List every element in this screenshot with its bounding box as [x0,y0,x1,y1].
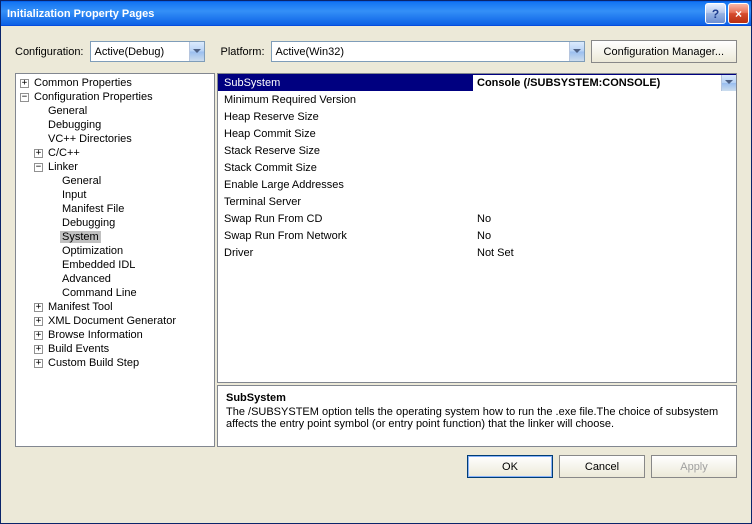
titlebar: Initialization Property Pages ? × [1,1,751,26]
property-row[interactable]: Stack Commit Size [218,159,736,176]
configuration-value: Active(Debug) [91,44,189,60]
ok-button[interactable]: OK [467,455,553,478]
tree-item-linker-debugging[interactable]: Debugging [60,217,117,229]
platform-combo[interactable]: Active(Win32) [271,41,585,62]
plus-icon[interactable]: + [34,359,43,368]
platform-value: Active(Win32) [272,44,569,60]
cancel-button[interactable]: Cancel [559,455,645,478]
property-name: SubSystem [218,77,473,89]
tree-item-cpp[interactable]: C/C++ [46,147,82,159]
configuration-manager-button[interactable]: Configuration Manager... [591,40,737,63]
property-name: Swap Run From CD [218,213,473,225]
property-name: Terminal Server [218,196,473,208]
plus-icon[interactable]: + [34,317,43,326]
tree-item-linker-advanced[interactable]: Advanced [60,273,113,285]
property-name: Minimum Required Version [218,94,473,106]
description-title: SubSystem [226,392,728,404]
property-row[interactable]: Terminal Server [218,193,736,210]
property-row[interactable]: Heap Commit Size [218,125,736,142]
close-button[interactable]: × [728,3,749,24]
property-grid[interactable]: SubSystem Console (/SUBSYSTEM:CONSOLE) M… [217,73,737,383]
property-row[interactable]: Swap Run From NetworkNo [218,227,736,244]
property-name: Driver [218,247,473,259]
description-panel: SubSystem The /SUBSYSTEM option tells th… [217,385,737,447]
plus-icon[interactable]: + [34,149,43,158]
configuration-combo[interactable]: Active(Debug) [90,41,205,62]
tree-item-linker-input[interactable]: Input [60,189,88,201]
chevron-down-icon[interactable] [569,42,584,61]
help-button[interactable]: ? [705,3,726,24]
tree-item-linker-optimization[interactable]: Optimization [60,245,125,257]
tree-item-general[interactable]: General [46,105,89,117]
property-name: Stack Commit Size [218,162,473,174]
configuration-label: Configuration: [15,46,84,58]
property-name: Heap Reserve Size [218,111,473,123]
property-row[interactable]: Heap Reserve Size [218,108,736,125]
tree-item-xml-generator[interactable]: XML Document Generator [46,315,178,327]
property-row[interactable]: Minimum Required Version [218,91,736,108]
property-value[interactable]: No [473,213,736,225]
minus-icon[interactable]: − [20,93,29,102]
plus-icon[interactable]: + [34,345,43,354]
tree-item-linker-general[interactable]: General [60,175,103,187]
chevron-down-icon[interactable] [189,42,204,61]
property-row[interactable]: Enable Large Addresses [218,176,736,193]
tree-item-manifest-tool[interactable]: Manifest Tool [46,301,115,313]
tree-item-custom-build[interactable]: Custom Build Step [46,357,141,369]
tree-view[interactable]: +Common Properties −Configuration Proper… [15,73,215,447]
tree-item-common-properties[interactable]: Common Properties [32,77,134,89]
description-text: The /SUBSYSTEM option tells the operatin… [226,406,728,430]
tree-item-linker-manifest[interactable]: Manifest File [60,203,126,215]
tree-item-vc-directories[interactable]: VC++ Directories [46,133,134,145]
property-row-subsystem[interactable]: SubSystem Console (/SUBSYSTEM:CONSOLE) [218,74,736,91]
property-value[interactable]: Not Set [473,247,736,259]
property-row[interactable]: DriverNot Set [218,244,736,261]
tree-item-configuration-properties[interactable]: Configuration Properties [32,91,155,103]
tree-item-debugging[interactable]: Debugging [46,119,103,131]
platform-label: Platform: [221,46,265,58]
tree-item-build-events[interactable]: Build Events [46,343,111,355]
plus-icon[interactable]: + [34,331,43,340]
chevron-down-icon[interactable] [721,75,736,91]
plus-icon[interactable]: + [20,79,29,88]
tree-item-linker-system[interactable]: System [60,231,101,243]
property-row[interactable]: Swap Run From CDNo [218,210,736,227]
tree-item-linker-embedded-idl[interactable]: Embedded IDL [60,259,137,271]
tree-item-browse-info[interactable]: Browse Information [46,329,145,341]
property-name: Enable Large Addresses [218,179,473,191]
property-name: Swap Run From Network [218,230,473,242]
property-value[interactable]: No [473,230,736,242]
apply-button[interactable]: Apply [651,455,737,478]
tree-item-linker[interactable]: Linker [46,161,80,173]
plus-icon[interactable]: + [34,303,43,312]
property-row[interactable]: Stack Reserve Size [218,142,736,159]
property-name: Heap Commit Size [218,128,473,140]
property-value[interactable]: Console (/SUBSYSTEM:CONSOLE) [477,77,721,89]
tree-item-linker-cmdline[interactable]: Command Line [60,287,139,299]
minus-icon[interactable]: − [34,163,43,172]
window-title: Initialization Property Pages [7,8,703,20]
property-name: Stack Reserve Size [218,145,473,157]
